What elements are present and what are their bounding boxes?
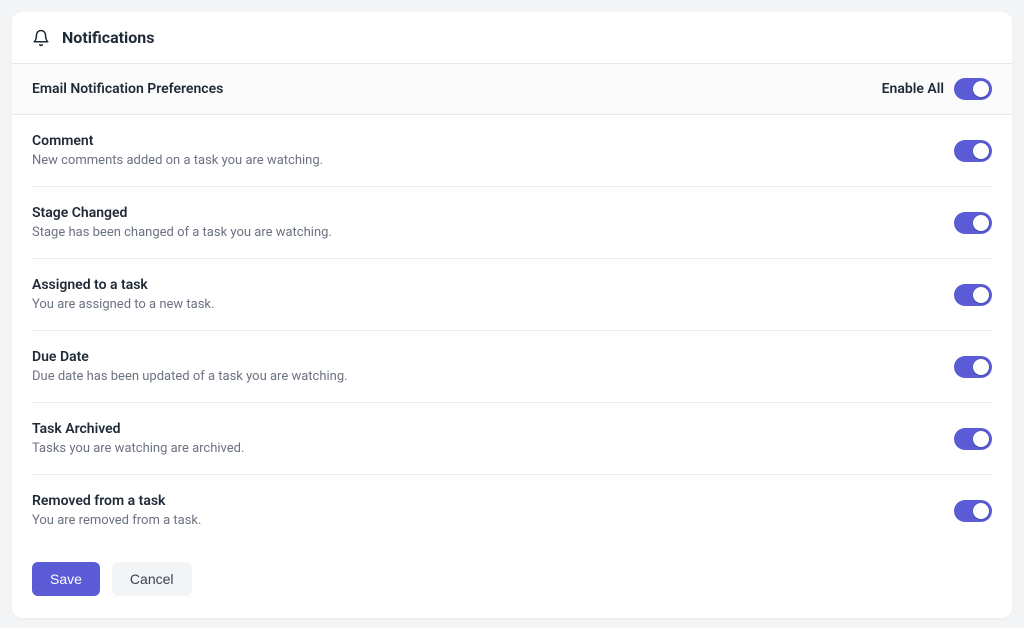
setting-description: You are assigned to a new task. (32, 297, 214, 312)
notifications-panel: Notifications Email Notification Prefere… (12, 12, 1012, 618)
section-header: Email Notification Preferences Enable Al… (12, 64, 1012, 115)
setting-toggle-assigned[interactable] (954, 284, 992, 306)
setting-title: Task Archived (32, 421, 244, 437)
settings-list: Comment New comments added on a task you… (12, 115, 1012, 546)
setting-title: Stage Changed (32, 205, 332, 221)
setting-row-task-archived: Task Archived Tasks you are watching are… (32, 403, 992, 475)
setting-title: Removed from a task (32, 493, 201, 509)
setting-row-due-date: Due Date Due date has been updated of a … (32, 331, 992, 403)
setting-row-removed: Removed from a task You are removed from… (32, 475, 992, 546)
setting-description: Tasks you are watching are archived. (32, 441, 244, 456)
setting-description: New comments added on a task you are wat… (32, 153, 323, 168)
setting-toggle-task-archived[interactable] (954, 428, 992, 450)
setting-title: Due Date (32, 349, 348, 365)
cancel-button[interactable]: Cancel (112, 562, 192, 596)
actions-bar: Save Cancel (12, 546, 1012, 618)
setting-toggle-removed[interactable] (954, 500, 992, 522)
enable-all-toggle[interactable] (954, 78, 992, 100)
bell-icon (32, 29, 50, 47)
setting-row-comment: Comment New comments added on a task you… (32, 115, 992, 187)
setting-toggle-due-date[interactable] (954, 356, 992, 378)
setting-toggle-stage-changed[interactable] (954, 212, 992, 234)
enable-all-group: Enable All (882, 78, 992, 100)
section-title: Email Notification Preferences (32, 81, 223, 97)
panel-title: Notifications (62, 28, 155, 47)
setting-title: Assigned to a task (32, 277, 214, 293)
panel-header: Notifications (12, 12, 1012, 64)
setting-row-assigned: Assigned to a task You are assigned to a… (32, 259, 992, 331)
save-button[interactable]: Save (32, 562, 100, 596)
setting-title: Comment (32, 133, 323, 149)
setting-description: Due date has been updated of a task you … (32, 369, 348, 384)
setting-toggle-comment[interactable] (954, 140, 992, 162)
enable-all-label: Enable All (882, 81, 944, 97)
setting-row-stage-changed: Stage Changed Stage has been changed of … (32, 187, 992, 259)
setting-description: You are removed from a task. (32, 513, 201, 528)
setting-description: Stage has been changed of a task you are… (32, 225, 332, 240)
